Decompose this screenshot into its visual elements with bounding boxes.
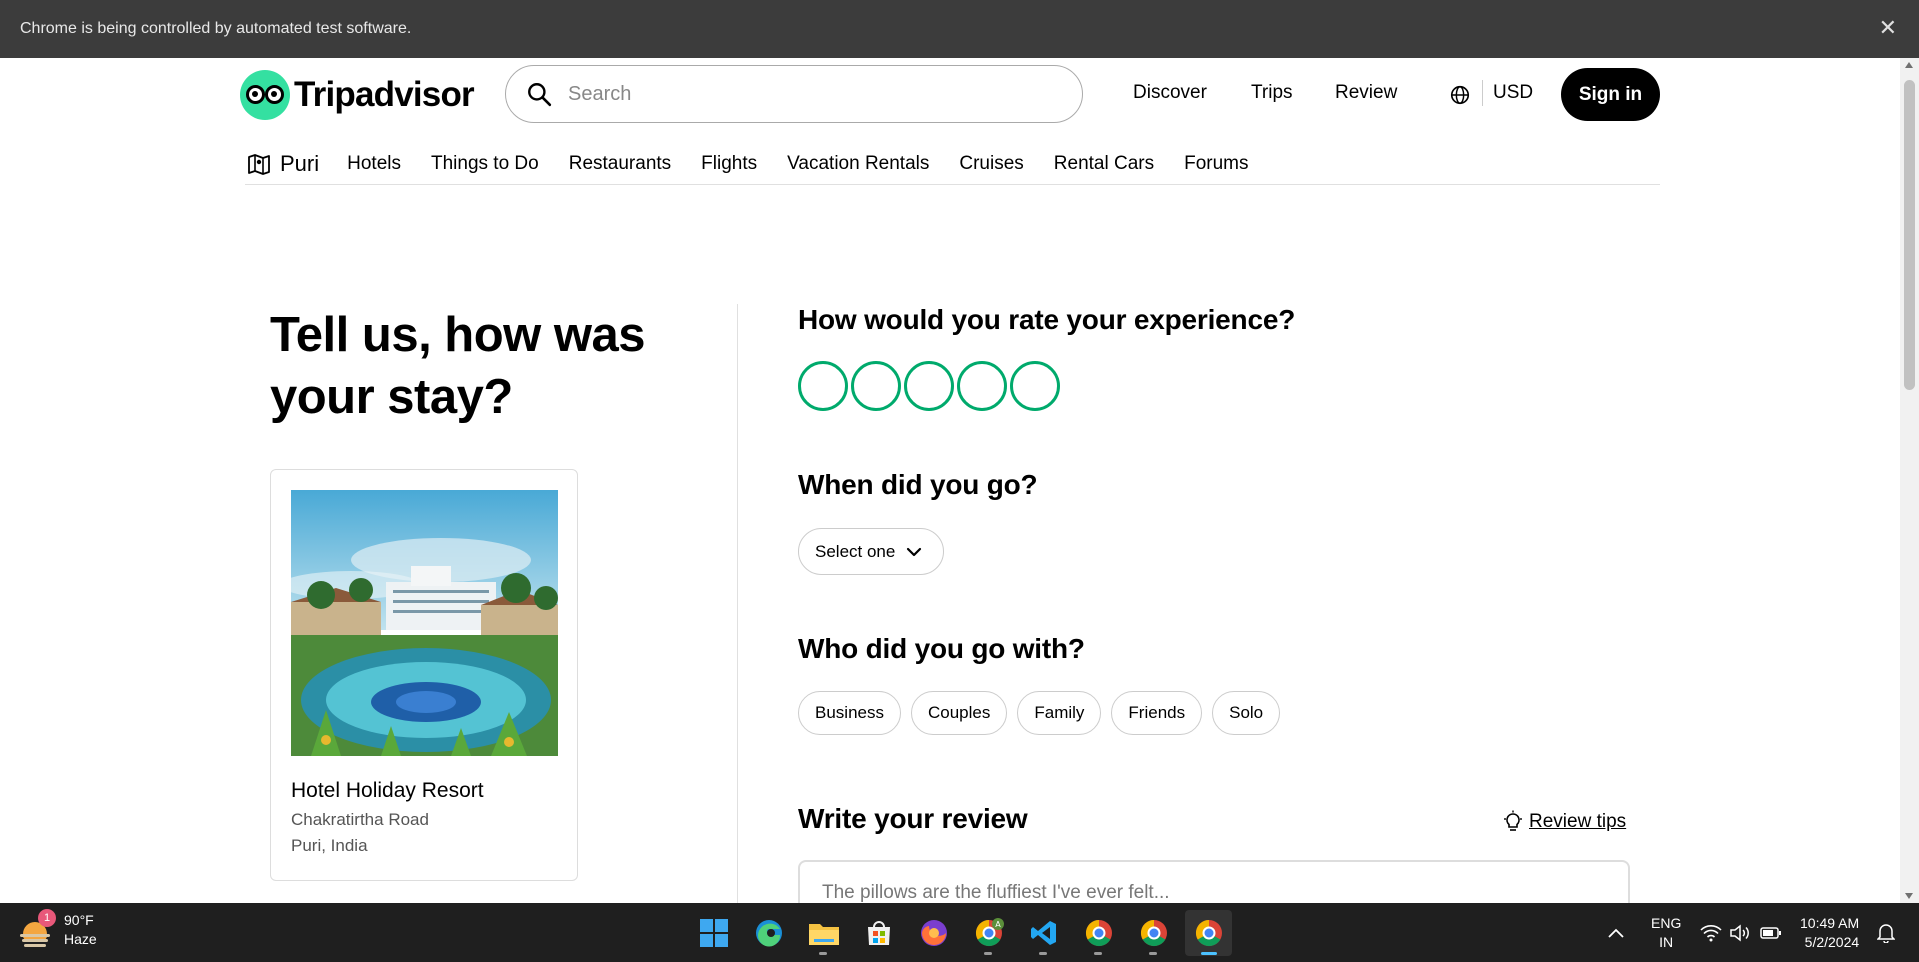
weather-condition: Haze [64,931,97,947]
review-textarea[interactable] [798,860,1630,903]
review-title: Write your review [798,803,1028,834]
sub-navigation: Puri Hotels Things to Do Restaurants Fli… [246,144,1279,184]
search-input[interactable] [568,82,1028,106]
location-name: Puri [280,151,320,176]
weather-badge: 1 [38,909,56,927]
companion-friends[interactable]: Friends [1111,691,1203,735]
volume-icon[interactable] [1729,903,1751,962]
companion-family[interactable]: Family [1017,691,1102,735]
hotel-photo [291,490,558,756]
owl-logo-icon [240,70,290,120]
currency-selector[interactable]: USD [1493,82,1533,104]
battery-icon[interactable] [1760,903,1782,962]
language-indicator[interactable]: ENG IN [1651,903,1681,962]
companion-business[interactable]: Business [798,691,901,735]
clock-date: 5/2/2024 [1804,933,1860,950]
language-line2: IN [1659,933,1674,950]
weather-haze-icon: 1 [20,909,56,947]
nav-review[interactable]: Review [1335,82,1397,104]
review-tips-link[interactable]: Review tips [1502,810,1626,834]
automation-message: Chrome is being controlled by automated … [20,20,412,37]
chrome-icon-2[interactable] [1130,910,1177,956]
nav-divider [1482,80,1483,106]
tripadvisor-logo[interactable]: Tripadvisor [240,70,475,120]
header-divider [245,184,1660,185]
edge-browser-icon[interactable] [745,910,792,956]
weather-temp: 90°F [64,912,94,928]
chevron-down-icon [907,547,922,556]
weather-widget[interactable]: 1 90°F Haze [20,909,97,949]
page-viewport: Tripadvisor Discover Trips Review USD Si… [0,58,1900,903]
chrome-icon-active[interactable] [1185,910,1232,956]
firefox-icon[interactable] [910,910,957,956]
visit-date-select-label: Select one [815,541,896,561]
clock-time: 10:49 AM [1800,914,1860,931]
subnav-hotels[interactable]: Hotels [347,153,401,175]
page-scrollbar[interactable] [1900,58,1919,903]
scroll-up-arrow-icon[interactable] [1905,62,1913,68]
sign-in-button[interactable]: Sign in [1561,68,1660,121]
nav-discover[interactable]: Discover [1133,82,1207,104]
vscode-icon[interactable] [1020,910,1067,956]
close-icon[interactable]: ✕ [1879,14,1897,42]
subnav-forums[interactable]: Forums [1184,153,1248,175]
location-link[interactable]: Puri [246,151,319,177]
subnav-vacation-rentals[interactable]: Vacation Rentals [787,153,929,175]
rating-bubble-3[interactable] [904,361,954,411]
language-line1: ENG [1651,914,1682,931]
column-divider [737,304,738,903]
scrollbar-thumb[interactable] [1904,80,1915,390]
svg-text:A: A [995,920,1001,929]
when-question: When did you go? [798,469,1038,500]
rating-question: How would you rate your experience? [798,304,1296,335]
rating-bubble-1[interactable] [798,361,848,411]
map-icon [248,154,270,175]
page-title: Tell us, how was your stay? [270,308,646,424]
search-bar[interactable] [505,65,1083,123]
tray-chevron-up-icon[interactable] [1607,903,1625,962]
hotel-city: Puri, India [291,836,368,855]
subnav-cruises[interactable]: Cruises [959,153,1023,175]
chrome-profile-a-icon[interactable]: A [965,910,1012,956]
companion-couples[interactable]: Couples [910,691,1008,735]
companion-options: Business Couples Family Friends Solo [798,691,1290,735]
subnav-restaurants[interactable]: Restaurants [569,153,671,175]
subnav-rental-cars[interactable]: Rental Cars [1054,153,1154,175]
microsoft-store-icon[interactable] [855,910,902,956]
rating-bubble-4[interactable] [957,361,1007,411]
search-icon [528,83,552,107]
automation-infobar: Chrome is being controlled by automated … [0,0,1919,58]
hotel-card[interactable]: Hotel Holiday Resort Chakratirtha Road P… [270,469,578,881]
subnav-flights[interactable]: Flights [701,153,757,175]
who-question: Who did you go with? [798,633,1085,664]
globe-icon[interactable] [1449,84,1471,106]
subnav-things-to-do[interactable]: Things to Do [431,153,539,175]
rating-bubble-2[interactable] [851,361,901,411]
nav-trips[interactable]: Trips [1251,82,1293,104]
start-windows-icon[interactable] [690,910,737,956]
lightbulb-icon [1504,810,1522,831]
wifi-icon[interactable] [1700,903,1722,962]
scroll-down-arrow-icon[interactable] [1905,893,1913,899]
companion-solo[interactable]: Solo [1212,691,1281,735]
chrome-icon[interactable] [1075,910,1122,956]
review-tips-label: Review tips [1529,811,1627,832]
taskbar-apps: A [690,910,1240,956]
notification-bell-icon[interactable] [1877,903,1895,962]
windows-taskbar: 1 90°F Haze A ENG IN 10:49 AM 5/2/2024 [0,903,1919,962]
visit-date-select[interactable]: Select one [798,528,944,575]
hotel-address: Chakratirtha Road [291,810,429,829]
logo-text: Tripadvisor [294,75,475,114]
rating-bubbles [798,361,1063,411]
system-clock[interactable]: 10:49 AM 5/2/2024 [1800,903,1859,962]
hotel-name[interactable]: Hotel Holiday Resort [291,779,484,803]
rating-bubble-5[interactable] [1010,361,1060,411]
file-explorer-icon[interactable] [800,910,847,956]
